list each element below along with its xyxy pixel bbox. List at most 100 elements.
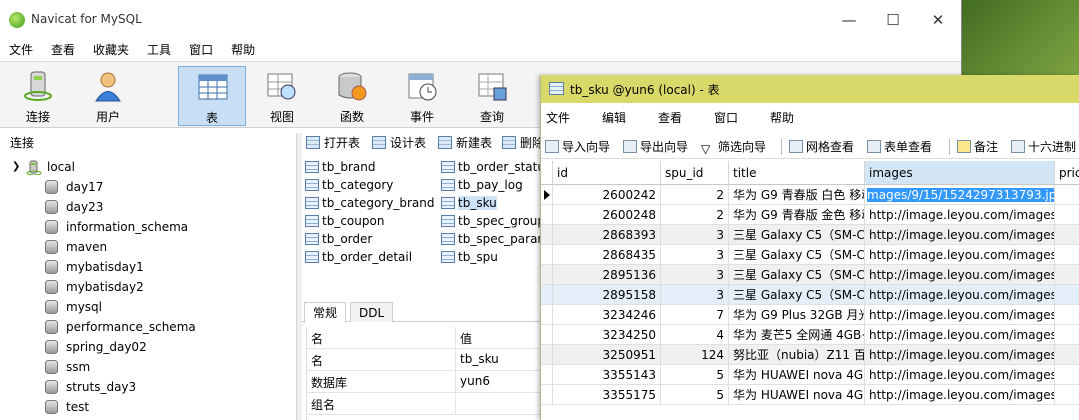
new-table-button[interactable]: 新建表 (438, 134, 492, 152)
toolbar-table-button[interactable]: 表 (178, 66, 246, 126)
cell-title[interactable]: 华为 麦芒5 全网通 4GB+ (729, 325, 865, 345)
minimize-button[interactable]: — (826, 8, 872, 32)
tree-db-item[interactable]: mybatisday2 (0, 277, 296, 297)
table-row[interactable]: 3355175 5 华为 HUAWEI nova 4GB http://imag… (541, 385, 1079, 405)
chevron-down-icon[interactable]: ❯ (12, 157, 20, 177)
table-row[interactable]: 2868435 3 三星 Galaxy C5（SM-C5 http://imag… (541, 245, 1079, 265)
cell-spu-id[interactable]: 7 (661, 305, 729, 325)
cell-id[interactable]: 3250951 (553, 345, 661, 365)
toolbar-user-button[interactable]: 用户 (74, 66, 142, 126)
column-header-images[interactable]: images (865, 161, 1055, 185)
cell-id[interactable]: 2868435 (553, 245, 661, 265)
column-header-title[interactable]: title (729, 161, 865, 185)
toolbar-view-button[interactable]: 视图 (248, 66, 316, 126)
viewer-menu-edit[interactable]: 编辑 (597, 109, 653, 126)
hex-button[interactable]: 十六进制 (1009, 138, 1076, 156)
viewer-menu-window[interactable]: 窗口 (709, 109, 765, 126)
cell-spu-id[interactable]: 4 (661, 325, 729, 345)
cell-images[interactable]: http://image.leyou.com/images/ (865, 385, 1055, 405)
table-row[interactable]: 3355143 5 华为 HUAWEI nova 4GB http://imag… (541, 365, 1079, 385)
table-item[interactable]: tb_pay_log (440, 176, 523, 194)
tree-db-item[interactable]: mysql (0, 297, 296, 317)
delete-table-button[interactable]: 删除 (502, 134, 544, 152)
menu-favorites[interactable]: 收藏夹 (84, 40, 138, 60)
tree-db-item[interactable]: struts_day3 (0, 377, 296, 397)
cell-images[interactable]: http://image.leyou.com/images/ (865, 365, 1055, 385)
form-view-button[interactable]: 表单查看 (865, 138, 932, 156)
cell-title[interactable]: 三星 Galaxy C5（SM-C5 (729, 225, 865, 245)
cell-images[interactable]: http://image.leyou.com/images/ (865, 345, 1055, 365)
cell-images[interactable]: http://image.leyou.com/images/ (865, 245, 1055, 265)
cell-title[interactable]: 华为 HUAWEI nova 4GB (729, 385, 865, 405)
table-row[interactable]: 2868393 3 三星 Galaxy C5（SM-C5 http://imag… (541, 225, 1079, 245)
tree-db-item[interactable]: day23 (0, 197, 296, 217)
design-table-button[interactable]: 设计表 (372, 134, 426, 152)
menu-window[interactable]: 窗口 (180, 40, 222, 60)
cell-images[interactable]: http://image.leyou.com/images/ (865, 265, 1055, 285)
cell-title[interactable]: 华为 HUAWEI nova 4GB (729, 365, 865, 385)
close-button[interactable]: ✕ (915, 8, 961, 32)
table-row[interactable]: 3234250 4 华为 麦芒5 全网通 4GB+ http://image.l… (541, 325, 1079, 345)
tab-general[interactable]: 常规 (304, 302, 347, 323)
viewer-menu-file[interactable]: 文件 (541, 109, 597, 126)
filter-wizard-button[interactable]: ▽ 筛选向导 (699, 138, 766, 156)
cell-images[interactable]: http://image.leyou.com/images/ (865, 325, 1055, 345)
cell-id[interactable]: 2600248 (553, 205, 661, 225)
table-row[interactable]: 2600248 2 华为 G9 青春版 金色 移动 http://image.l… (541, 205, 1079, 225)
table-item[interactable]: tb_category (304, 176, 393, 194)
export-wizard-button[interactable]: 导出向导 (621, 138, 688, 156)
cell-id[interactable]: 2868393 (553, 225, 661, 245)
table-row[interactable]: 2895158 3 三星 Galaxy C5（SM-C5 http://imag… (541, 285, 1079, 305)
tree-db-item[interactable]: maven (0, 237, 296, 257)
table-row[interactable]: 2895136 3 三星 Galaxy C5（SM-C5 http://imag… (541, 265, 1079, 285)
table-item[interactable]: tb_spec_param (440, 230, 549, 248)
cell-spu-id[interactable]: 3 (661, 265, 729, 285)
cell-id[interactable]: 3355175 (553, 385, 661, 405)
cell-id[interactable]: 2895158 (553, 285, 661, 305)
viewer-menu-view[interactable]: 查看 (653, 109, 709, 126)
cell-spu-id[interactable]: 5 (661, 385, 729, 405)
cell-spu-id[interactable]: 3 (661, 225, 729, 245)
cell-title[interactable]: 华为 G9 青春版 白色 移动 (729, 185, 865, 205)
cell-spu-id[interactable]: 3 (661, 285, 729, 305)
toolbar-connection-button[interactable]: 连接 (4, 66, 72, 126)
cell-spu-id[interactable]: 2 (661, 185, 729, 205)
maximize-button[interactable]: ☐ (870, 8, 916, 32)
cell-images-editing[interactable]: mages/9/15/1524297313793.jpg (865, 185, 1055, 205)
tree-db-item[interactable]: test (0, 397, 296, 417)
table-item[interactable]: tb_spec_group (440, 212, 545, 230)
tree-db-item[interactable]: information_schema (0, 217, 296, 237)
tree-db-item[interactable]: spring_day02 (0, 337, 296, 357)
table-item[interactable]: tb_order (304, 230, 372, 248)
column-header-id[interactable]: id (553, 161, 661, 185)
cell-spu-id[interactable]: 124 (661, 345, 729, 365)
tree-db-item[interactable]: day17 (0, 177, 296, 197)
cell-title[interactable]: 三星 Galaxy C5（SM-C5 (729, 245, 865, 265)
menu-tools[interactable]: 工具 (138, 40, 180, 60)
cell-title[interactable]: 华为 G9 Plus 32GB 月光 (729, 305, 865, 325)
table-item[interactable]: tb_order_status (440, 158, 551, 176)
table-row[interactable]: 2600242 2 华为 G9 青春版 白色 移动 mages/9/15/152… (541, 185, 1079, 205)
cell-title[interactable]: 三星 Galaxy C5（SM-C5 (729, 265, 865, 285)
tree-connection-local[interactable]: ❯ local (0, 157, 296, 177)
cell-title[interactable]: 华为 G9 青春版 金色 移动 (729, 205, 865, 225)
tree-db-item[interactable]: ssm (0, 357, 296, 377)
menu-view[interactable]: 查看 (42, 40, 84, 60)
import-wizard-button[interactable]: 导入向导 (543, 138, 610, 156)
cell-id[interactable]: 2895136 (553, 265, 661, 285)
menu-file[interactable]: 文件 (0, 40, 42, 60)
table-item[interactable]: tb_order_detail (304, 248, 412, 266)
cell-id[interactable]: 2600242 (553, 185, 661, 205)
table-row[interactable]: 3250951 124 努比亚（nubia）Z11 百 http://image… (541, 345, 1079, 365)
menu-help[interactable]: 帮助 (222, 40, 264, 60)
tab-ddl[interactable]: DDL (350, 302, 394, 322)
cell-spu-id[interactable]: 3 (661, 245, 729, 265)
cell-images[interactable]: http://image.leyou.com/images/ (865, 225, 1055, 245)
grid-view-button[interactable]: 网格查看 (787, 138, 854, 156)
cell-id[interactable]: 3234250 (553, 325, 661, 345)
table-item[interactable]: tb_brand (304, 158, 375, 176)
viewer-titlebar[interactable]: tb_sku @yun6 (local) - 表 (541, 75, 1079, 103)
cell-id[interactable]: 3234246 (553, 305, 661, 325)
cell-spu-id[interactable]: 2 (661, 205, 729, 225)
viewer-menu-help[interactable]: 帮助 (765, 109, 821, 126)
